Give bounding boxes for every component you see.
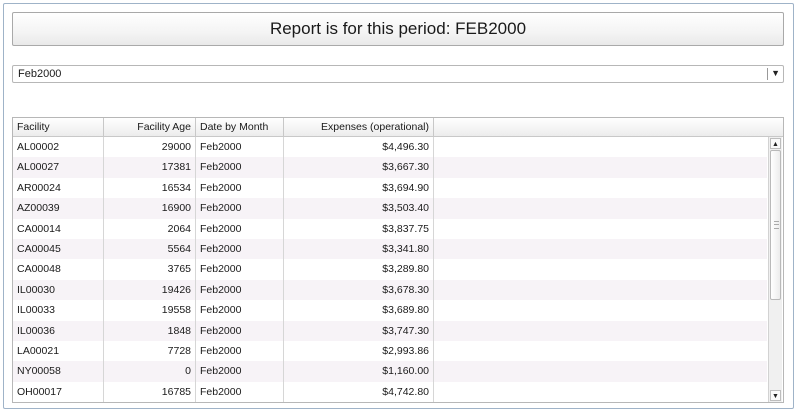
table-row[interactable]: AL00002 29000 Feb2000 $4,496.30 (13, 137, 767, 158)
chevron-down-icon[interactable]: ▼ (771, 68, 780, 78)
table-row[interactable]: IL00036 1848 Feb2000 $3,747.30 (13, 320, 767, 341)
cell-expenses: $3,341.80 (284, 238, 434, 260)
cell-date-by-month: Feb2000 (196, 300, 284, 321)
table-row[interactable]: IL00033 19558 Feb2000 $3,689.80 (13, 300, 767, 321)
cell-date-by-month: Feb2000 (196, 340, 284, 362)
cell-filler (434, 219, 767, 239)
cell-expenses: $3,837.75 (284, 218, 434, 239)
cell-facility-age: 1848 (104, 320, 196, 341)
column-header-expenses[interactable]: Expenses (operational) (284, 118, 434, 136)
cell-facility: AZ00039 (13, 198, 104, 219)
cell-facility: AL00027 (13, 157, 104, 178)
cell-facility-age: 7728 (104, 340, 196, 362)
cell-filler (434, 239, 767, 259)
table-header: Facility Facility Age Date by Month Expe… (13, 118, 783, 137)
cell-facility-age: 0 (104, 361, 196, 382)
cell-date-by-month: Feb2000 (196, 361, 284, 382)
cell-facility-age: 3765 (104, 259, 196, 280)
cell-facility: IL00033 (13, 300, 104, 321)
column-header-facility-age[interactable]: Facility Age (104, 118, 196, 136)
cell-date-by-month: Feb2000 (196, 177, 284, 199)
table-row[interactable]: OH00017 16785 Feb2000 $4,742.80 (13, 381, 767, 402)
cell-filler (434, 178, 767, 198)
cell-filler (434, 341, 767, 361)
cell-facility: NY00058 (13, 361, 104, 382)
cell-facility: CA00048 (13, 259, 104, 280)
table-row[interactable]: CA00048 3765 Feb2000 $3,289.80 (13, 259, 767, 280)
table-row[interactable]: AL00027 17381 Feb2000 $3,667.30 (13, 157, 767, 178)
table-row[interactable]: CA00014 2064 Feb2000 $3,837.75 (13, 218, 767, 239)
arrow-up-icon[interactable]: ▲ (770, 138, 781, 149)
cell-filler (434, 321, 767, 341)
cell-date-by-month: Feb2000 (196, 157, 284, 178)
report-title-text: Report is for this period: FEB2000 (269, 19, 527, 38)
column-header-facility[interactable]: Facility (13, 118, 104, 136)
cell-expenses: $2,993.86 (284, 340, 434, 362)
cell-expenses: $3,694.90 (284, 177, 434, 199)
cell-facility: IL00030 (13, 279, 104, 301)
table-row[interactable]: AZ00039 16900 Feb2000 $3,503.40 (13, 198, 767, 219)
cell-expenses: $3,689.80 (284, 300, 434, 321)
column-header-filler (434, 118, 783, 136)
cell-expenses: $4,496.30 (284, 137, 434, 158)
cell-facility: LA00021 (13, 340, 104, 362)
table-row[interactable]: CA00045 5564 Feb2000 $3,341.80 (13, 238, 767, 260)
cell-expenses: $4,742.80 (284, 381, 434, 402)
vertical-scrollbar[interactable]: ▲ ▼ (768, 137, 782, 402)
cell-facility-age: 29000 (104, 137, 196, 158)
cell-date-by-month: Feb2000 (196, 137, 284, 158)
table-row[interactable]: AR00024 16534 Feb2000 $3,694.90 (13, 177, 767, 199)
column-header-date-by-month[interactable]: Date by Month (196, 118, 284, 136)
cell-date-by-month: Feb2000 (196, 238, 284, 260)
cell-facility: AL00002 (13, 137, 104, 158)
scrollbar-thumb[interactable] (770, 150, 781, 300)
cell-filler (434, 259, 767, 279)
cell-facility-age: 19558 (104, 300, 196, 321)
cell-facility-age: 16534 (104, 177, 196, 199)
cell-facility: IL00036 (13, 320, 104, 341)
cell-expenses: $3,667.30 (284, 157, 434, 178)
cell-date-by-month: Feb2000 (196, 259, 284, 280)
report-table: Facility Facility Age Date by Month Expe… (12, 117, 784, 403)
cell-filler (434, 300, 767, 320)
cell-filler (434, 157, 767, 177)
cell-expenses: $3,678.30 (284, 279, 434, 301)
cell-expenses: $3,503.40 (284, 198, 434, 219)
report-title: Report is for this period: FEB2000 (12, 12, 784, 46)
cell-date-by-month: Feb2000 (196, 198, 284, 219)
cell-facility: OH00017 (13, 381, 104, 402)
cell-facility-age: 19426 (104, 279, 196, 301)
cell-filler (434, 137, 767, 157)
cell-date-by-month: Feb2000 (196, 279, 284, 301)
dropdown-divider (767, 68, 768, 80)
cell-filler (434, 361, 767, 381)
grip-icon (774, 221, 779, 229)
cell-filler (434, 198, 767, 218)
cell-facility-age: 16785 (104, 381, 196, 402)
cell-filler (434, 382, 767, 402)
cell-facility: CA00014 (13, 218, 104, 239)
period-dropdown[interactable]: Feb2000 ▼ (12, 65, 784, 83)
cell-facility-age: 2064 (104, 218, 196, 239)
cell-date-by-month: Feb2000 (196, 218, 284, 239)
cell-facility-age: 5564 (104, 238, 196, 260)
cell-facility: CA00045 (13, 238, 104, 260)
cell-facility-age: 17381 (104, 157, 196, 178)
arrow-down-icon[interactable]: ▼ (770, 390, 781, 401)
cell-date-by-month: Feb2000 (196, 320, 284, 341)
cell-facility: AR00024 (13, 177, 104, 199)
cell-expenses: $3,747.30 (284, 320, 434, 341)
cell-facility-age: 16900 (104, 198, 196, 219)
cell-date-by-month: Feb2000 (196, 381, 284, 402)
table-row[interactable]: LA00021 7728 Feb2000 $2,993.86 (13, 340, 767, 362)
table-body: AL00002 29000 Feb2000 $4,496.30 AL00027 17381… (13, 137, 767, 402)
table-row[interactable]: IL00030 19426 Feb2000 $3,678.30 (13, 279, 767, 301)
table-row[interactable]: NY00058 0 Feb2000 $1,160.00 (13, 361, 767, 382)
cell-filler (434, 280, 767, 300)
cell-expenses: $3,289.80 (284, 259, 434, 280)
cell-expenses: $1,160.00 (284, 361, 434, 382)
period-dropdown-value: Feb2000 (18, 68, 62, 80)
